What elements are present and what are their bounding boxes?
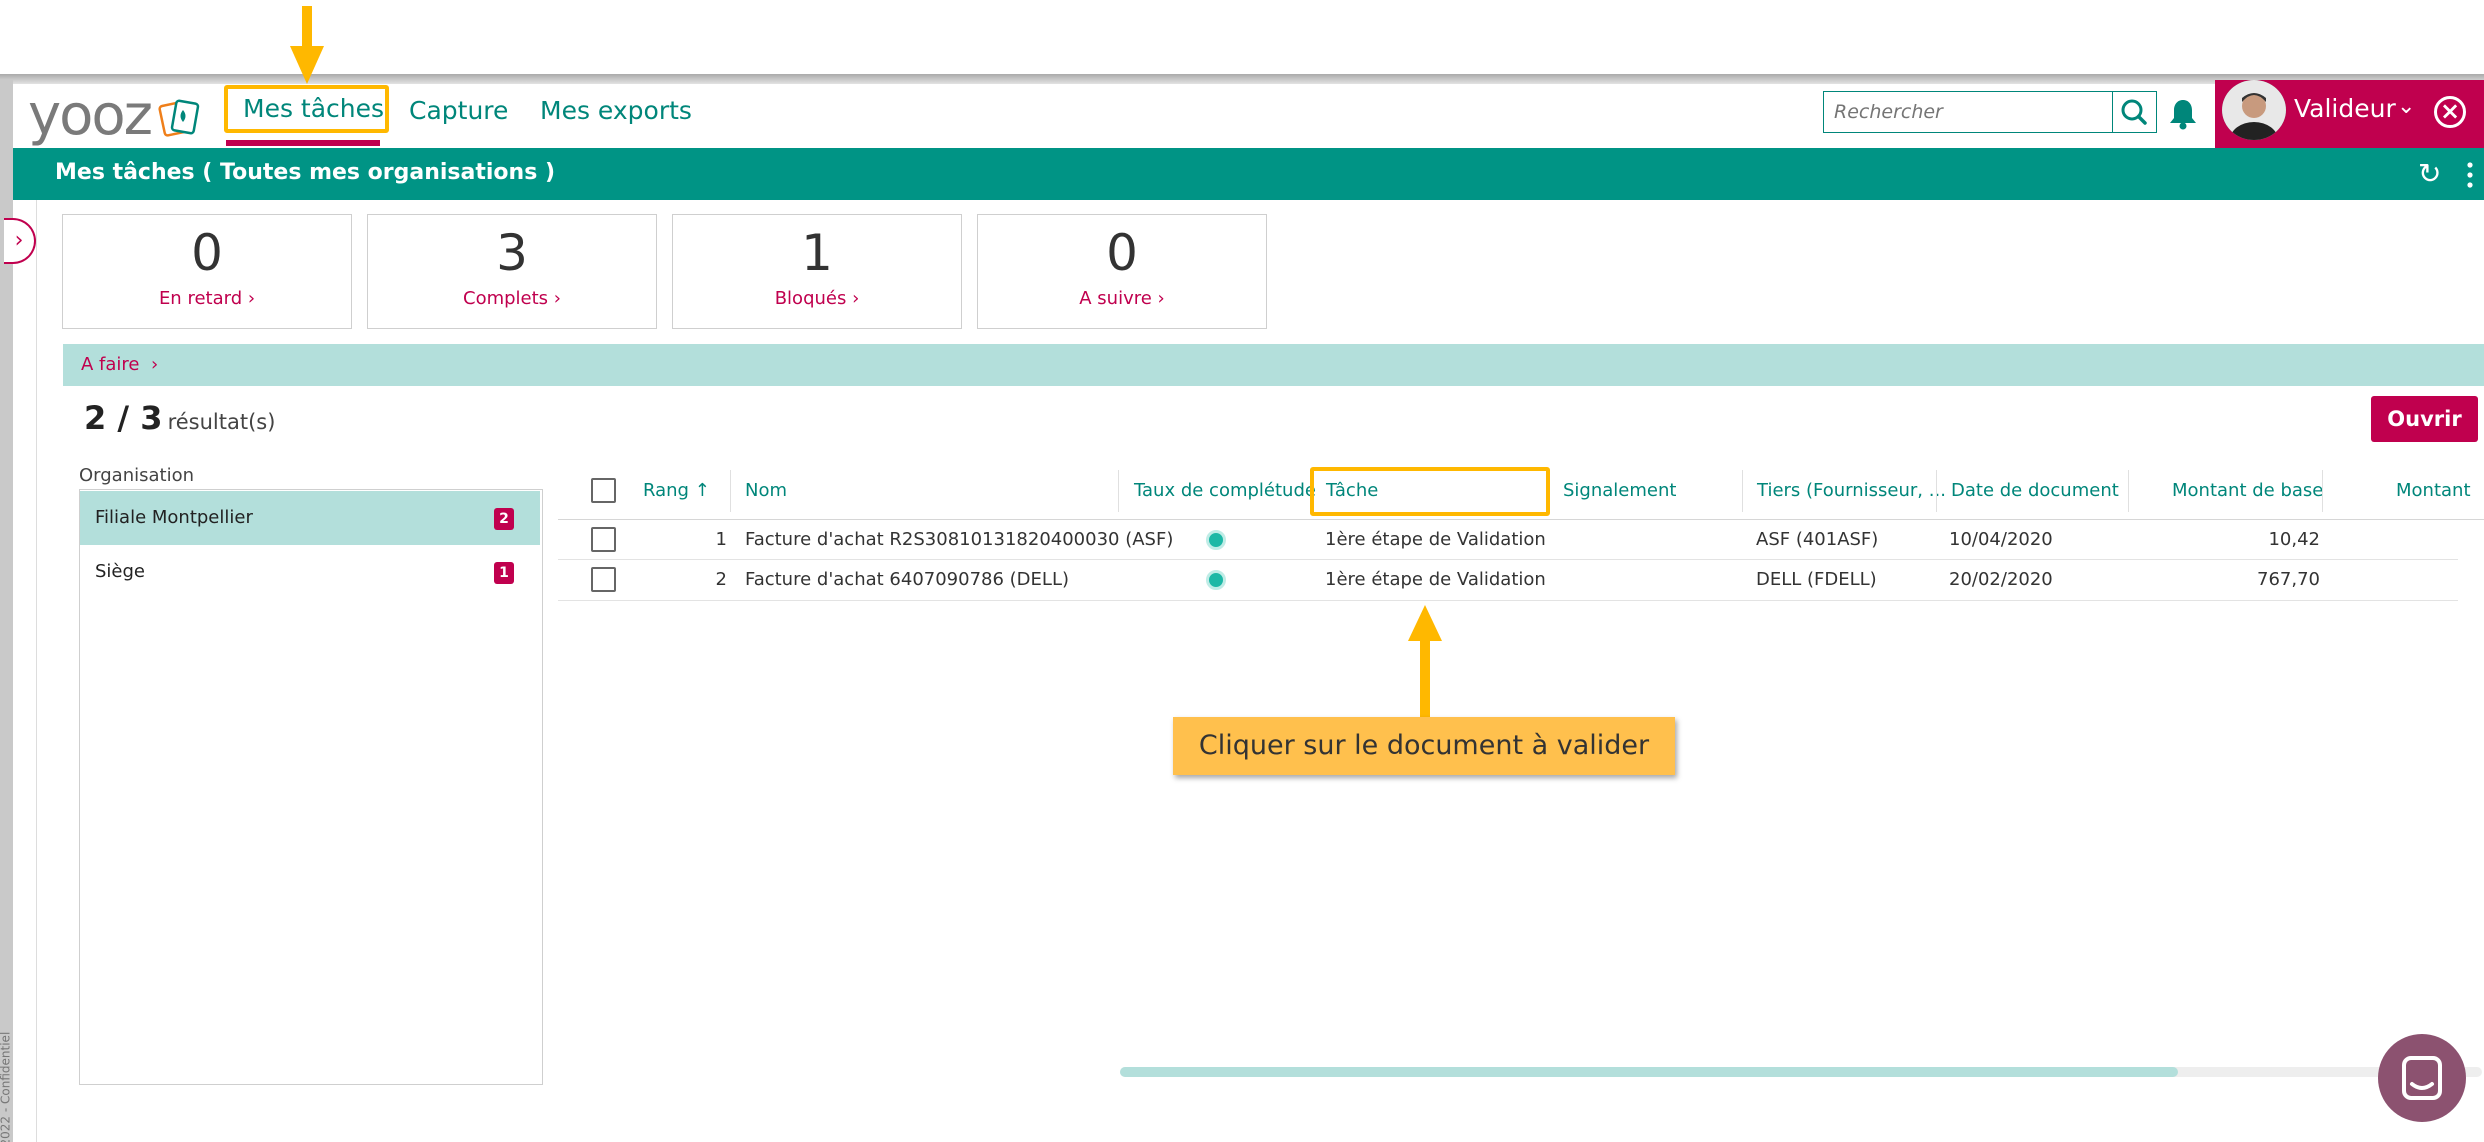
cell-nom[interactable]: Facture d'achat R2S30810131820400030 (AS… xyxy=(745,527,1173,553)
arrow-down-icon xyxy=(290,6,324,84)
sidebar-toggle-button[interactable]: › xyxy=(4,218,36,264)
column-header-taux-completude[interactable]: Taux de complétude xyxy=(1134,476,1316,506)
column-header-rang[interactable]: Rang ↑ xyxy=(643,476,710,506)
column-header-montant[interactable]: Montant xyxy=(2396,476,2471,506)
yooz-logo[interactable]: yooz xyxy=(28,88,153,144)
refresh-icon[interactable]: ↻ xyxy=(2418,160,2441,188)
user-name[interactable]: Valideur xyxy=(2294,92,2396,126)
nav-capture[interactable]: Capture xyxy=(409,94,508,128)
user-avatar-icon xyxy=(2222,80,2286,140)
cell-montant-base: 10,42 xyxy=(2268,529,2320,550)
results-number: 2 / 3 xyxy=(84,399,163,437)
counter-label: En retard xyxy=(158,288,243,309)
column-header-label: Rang xyxy=(643,480,689,501)
cell-montant-base: 767,70 xyxy=(2257,569,2320,590)
sidebar-divider xyxy=(36,200,37,1142)
counter-en-retard[interactable]: 0 En retard › xyxy=(62,214,352,329)
avatar[interactable] xyxy=(2222,80,2286,140)
chevron-right-icon: › xyxy=(247,288,256,309)
search-icon xyxy=(2121,99,2147,125)
page-title: Mes tâches ( Toutes mes organisations ) xyxy=(55,160,556,185)
section-bar-a-faire xyxy=(63,344,2484,386)
counter-value: 1 xyxy=(801,224,833,282)
column-separator xyxy=(2322,470,2323,512)
chevron-right-icon: › xyxy=(852,288,860,309)
breadcrumb-label[interactable]: A faire xyxy=(81,354,139,375)
chat-launcher-button[interactable] xyxy=(2378,1034,2466,1122)
organisation-item-siege[interactable]: Siège 1 xyxy=(80,545,540,599)
highlight-tache-column xyxy=(1310,467,1550,516)
column-header-signalement[interactable]: Signalement xyxy=(1563,476,1676,506)
row-checkbox[interactable] xyxy=(591,567,616,592)
column-separator xyxy=(730,470,731,512)
counter-label: Complets xyxy=(463,288,549,309)
chevron-right-icon: › xyxy=(150,354,159,375)
more-options-icon[interactable] xyxy=(2466,160,2474,190)
counter-complets[interactable]: 3 Complets › xyxy=(367,214,657,329)
nav-mes-exports[interactable]: Mes exports xyxy=(540,94,692,128)
cell-tiers: DELL (FDELL) xyxy=(1756,569,1877,590)
cell-date: 20/02/2020 xyxy=(1949,569,2053,590)
cell-date: 10/04/2020 xyxy=(1949,529,2053,550)
completude-status-icon xyxy=(1206,530,1226,550)
close-icon[interactable]: × xyxy=(2434,96,2466,128)
cell-tiers: ASF (401ASF) xyxy=(1756,529,1879,550)
column-separator xyxy=(2128,470,2129,512)
chevron-right-icon: › xyxy=(14,228,24,253)
counter-label: A suivre xyxy=(1079,288,1152,309)
counter-label: Bloqués xyxy=(774,288,847,309)
results-suffix: résultat(s) xyxy=(167,410,276,434)
column-separator xyxy=(1742,470,1743,512)
chevron-right-icon: › xyxy=(553,288,561,309)
column-separator xyxy=(1118,470,1119,512)
cell-tache: 1ère étape de Validation xyxy=(1325,529,1546,550)
tutorial-callout: Cliquer sur le document à valider xyxy=(1173,717,1675,775)
chevron-right-icon: › xyxy=(1157,288,1165,309)
row-checkbox[interactable] xyxy=(591,527,616,552)
counter-bloques[interactable]: 1 Bloqués › xyxy=(672,214,962,329)
counter-a-suivre[interactable]: 0 A suivre › xyxy=(977,214,1267,329)
counter-value: 0 xyxy=(191,224,223,282)
cell-nom[interactable]: Facture d'achat 6407090786 (DELL) xyxy=(745,567,1069,593)
organisation-item-filiale-montpellier[interactable]: Filiale Montpellier 2 xyxy=(80,491,540,545)
counter-value: 0 xyxy=(1106,224,1138,282)
breadcrumb[interactable]: A faire › xyxy=(81,352,158,378)
column-separator xyxy=(1936,470,1937,512)
cell-tache: 1ère étape de Validation xyxy=(1325,569,1546,590)
arrow-up-icon xyxy=(1408,605,1442,719)
search-button[interactable] xyxy=(2113,91,2157,133)
bell-icon[interactable] xyxy=(2168,97,2198,131)
nav-mes-taches[interactable]: Mes tâches xyxy=(243,92,384,126)
search-input[interactable] xyxy=(1823,91,2113,133)
counter-value: 3 xyxy=(496,224,528,282)
column-header-date-document[interactable]: Date de document xyxy=(1951,476,2119,506)
organisation-item-label: Siège xyxy=(95,561,146,582)
column-header-montant-base[interactable]: Montant de base xyxy=(2172,476,2323,506)
cell-rang: 2 xyxy=(715,569,727,590)
column-header-nom[interactable]: Nom xyxy=(745,476,787,506)
chevron-down-icon[interactable]: ⌄ xyxy=(2397,94,2415,119)
cell-rang: 1 xyxy=(715,529,727,550)
count-badge: 2 xyxy=(494,508,514,530)
nav-active-indicator xyxy=(226,140,380,146)
count-badge: 1 xyxy=(494,562,514,584)
logo-mark-icon xyxy=(158,99,200,137)
chat-icon xyxy=(2402,1056,2442,1100)
open-button[interactable]: Ouvrir xyxy=(2371,396,2478,442)
results-count: 2 / 3 résultat(s) xyxy=(84,398,275,444)
completude-status-icon xyxy=(1206,570,1226,590)
sort-asc-icon: ↑ xyxy=(694,480,710,501)
row-divider xyxy=(558,600,2458,601)
organisation-item-label: Filiale Montpellier xyxy=(95,507,253,528)
select-all-checkbox[interactable] xyxy=(591,478,616,503)
horizontal-scrollbar-thumb[interactable] xyxy=(1120,1067,2178,1077)
column-header-tiers[interactable]: Tiers (Fournisseur, ... xyxy=(1757,476,1946,506)
organisation-title: Organisation xyxy=(79,465,195,486)
confidential-note: © 2022 - Confidentiel xyxy=(0,1031,13,1142)
